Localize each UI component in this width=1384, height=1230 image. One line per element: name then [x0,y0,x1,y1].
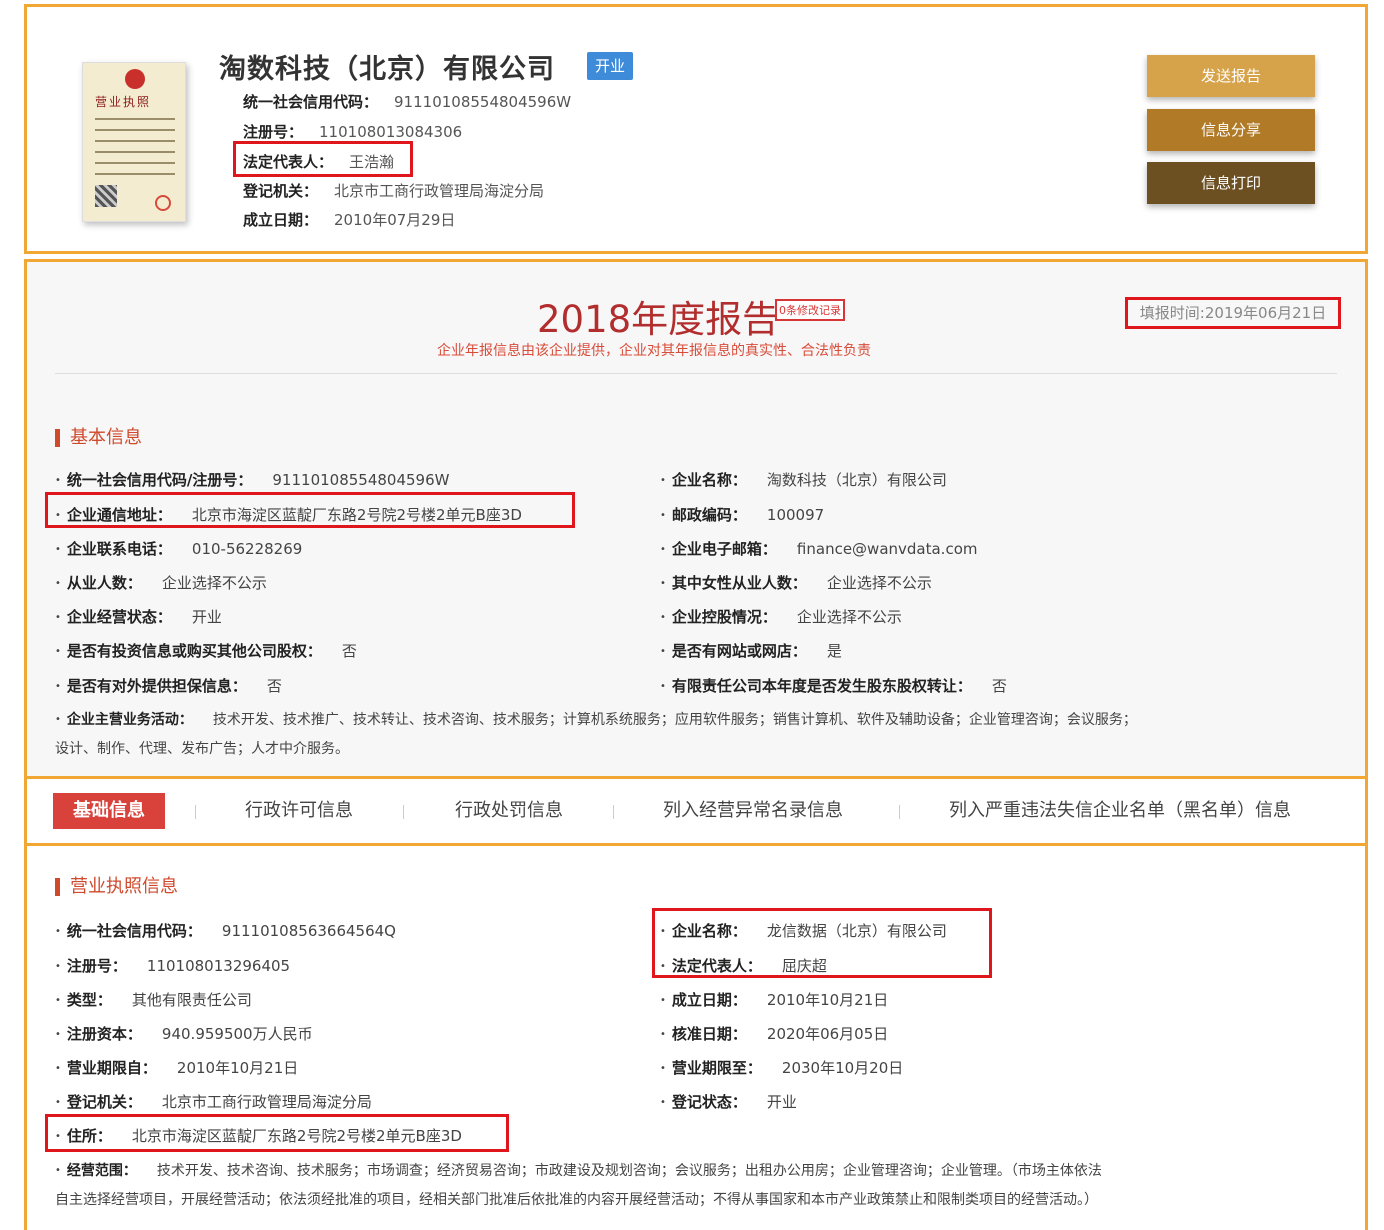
license-info: 营业执照信息 统一社会信用代码：91110108563664564Q 注册号：1… [24,843,1368,1230]
license-authority: 登记机关：北京市工商行政管理局海淀分局 [55,1091,372,1112]
license-business-scope: 经营范围：技术开发、技术咨询、技术服务；市场调查；经济贸易咨询；市政建设及规划咨… [55,1160,1102,1180]
report-investment: 是否有投资信息或购买其他公司股权：否 [55,640,357,661]
highlight-box [652,908,992,978]
license-business-scope-cont: 自主选择经营项目，开展经营活动；依法须经批准的项目，经相关部门批准后依批准的内容… [55,1192,1098,1208]
license-approval-date: 核准日期：2020年06月05日 [660,1023,888,1044]
license-founding-date: 成立日期：2010年10月21日 [660,989,888,1010]
report-female-employees: 其中女性从业人数：企业选择不公示 [660,572,932,593]
report-employees: 从业人数：企业选择不公示 [55,572,267,593]
reg-number-field: 注册号： 110108013084306 [243,123,463,141]
report-company-name: 企业名称：淘数科技（北京）有限公司 [660,469,947,490]
report-holding: 企业控股情况：企业选择不公示 [660,606,902,627]
founding-date-field: 成立日期： 2010年07月29日 [243,211,456,229]
license-term-to: 营业期限至：2030年10月20日 [660,1057,903,1078]
company-header: 营业执照 淘数科技（北京）有限公司 开业 统一社会信用代码： 9111010855… [24,4,1368,254]
report-guarantee: 是否有对外提供担保信息：否 [55,675,282,696]
credit-code-field: 统一社会信用代码： 91110108554804596W [243,93,572,111]
tab-basic-info[interactable]: 基础信息 [53,793,165,829]
basic-info-heading: 基本信息 [55,429,142,447]
license-credit-code: 统一社会信用代码：91110108563664564Q [55,920,396,941]
report-operating-status: 企业经营状态：开业 [55,606,222,627]
license-term-from: 营业期限自：2010年10月21日 [55,1057,298,1078]
divider [55,373,1337,374]
national-emblem-icon [125,69,145,89]
report-title: 2018年度报告 [537,298,780,341]
report-phone: 企业联系电话：010-56228269 [55,538,302,559]
company-name: 淘数科技（北京）有限公司 [219,54,555,85]
tab-blacklist[interactable]: 列入严重违法失信企业名单（黑名单）信息 [949,793,1291,829]
qr-code-icon [95,185,117,207]
business-license-image[interactable]: 营业执照 [82,62,186,222]
info-tabs: 基础信息 行政许可信息 行政处罚信息 列入经营异常名录信息 列入严重违法失信企业… [24,776,1368,846]
fill-date: 填报时间:2019年06月21日 [1125,297,1341,329]
report-business-activities-cont: 设计、制作、代理、发布广告；人才中介服务。 [55,741,349,757]
license-type: 类型：其他有限责任公司 [55,989,252,1010]
registration-authority-field: 登记机关： 北京市工商行政管理局海淀分局 [243,182,545,200]
license-capital: 注册资本：940.959500万人民币 [55,1023,313,1044]
highlight-box [233,141,413,177]
tab-admin-penalty[interactable]: 行政处罚信息 [455,793,563,829]
tab-abnormal-list[interactable]: 列入经营异常名录信息 [663,793,843,829]
share-info-button[interactable]: 信息分享 [1147,109,1315,151]
license-reg-status: 登记状态：开业 [660,1091,797,1112]
modify-records-badge[interactable]: 0条修改记录 [775,299,845,321]
report-website: 是否有网站或网店：是 [660,640,842,661]
send-report-button[interactable]: 发送报告 [1147,55,1315,97]
annual-report: 2018年度报告 0条修改记录 填报时间:2019年06月21日 企业年报信息由… [24,259,1368,779]
tab-admin-license[interactable]: 行政许可信息 [245,793,353,829]
report-postcode: 邮政编码：100097 [660,504,824,525]
report-email: 企业电子邮箱：finance@wanvdata.com [660,538,978,559]
license-image-title: 营业执照 [95,95,152,109]
report-disclaimer: 企业年报信息由该企业提供，企业对其年报信息的真实性、合法性负责 [437,343,871,359]
highlight-box [45,492,575,528]
report-business-activities: 企业主营业务活动：技术开发、技术推广、技术转让、技术咨询、技术服务；计算机系统服… [55,709,1137,729]
print-info-button[interactable]: 信息打印 [1147,162,1315,204]
seal-icon [155,195,171,211]
report-credit-code: 统一社会信用代码/注册号：91110108554804596W [55,469,450,490]
status-badge: 开业 [587,52,633,80]
report-share-transfer: 有限责任公司本年度是否发生股东股权转让：否 [660,675,1007,696]
license-info-heading: 营业执照信息 [55,878,178,896]
license-reg-number: 注册号：110108013296405 [55,955,290,976]
highlight-box [45,1114,509,1152]
